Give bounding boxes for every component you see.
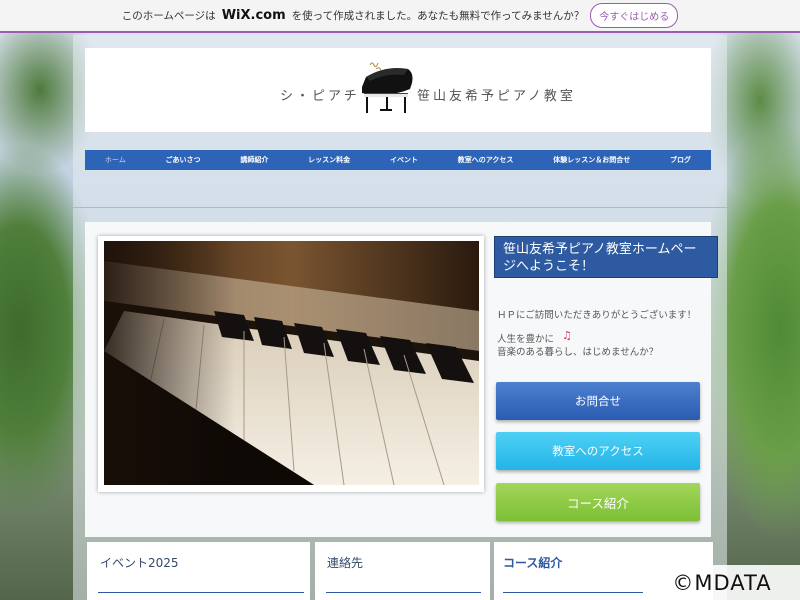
welcome-title: 笹山友希予ピアノ教室ホームページへようこそ！ [494,236,718,278]
nav-event[interactable]: イベント [390,155,418,165]
course-card-title: コース紹介 [503,556,563,570]
nav-home[interactable]: ホーム [105,155,126,165]
grand-piano-icon[interactable] [356,55,416,119]
piano-keys-photo [104,241,479,485]
copyright-watermark: ©MDATA [644,565,800,600]
tagline-line-1: 人生を豊かに [497,334,555,345]
wix-promo-banner: このホームページは WiX.com を使って作成されました。あなたも無料で作って… [0,0,800,33]
site-logo-right-text[interactable]: 笹山友希予ピアノ教室 [417,85,576,104]
wix-logo[interactable]: WiX.com [222,8,286,23]
nav-access[interactable]: 教室へのアクセス [458,155,514,165]
access-button[interactable]: 教室へのアクセス [496,432,700,470]
wix-banner-text-after: を使って作成されました。あなたも無料で作ってみませんか？ [291,10,585,22]
tagline-line-2: 音楽のある暮らし、はじめませんか？ [497,347,659,358]
event-card-title: イベント2025 [100,556,179,570]
music-note-icon: ♫ [562,329,572,342]
contact-button[interactable]: お問合せ [496,382,700,420]
header-divider [73,207,727,208]
course-intro-button[interactable]: コース紹介 [496,483,700,521]
course-card-underline [503,592,643,593]
nav-blog[interactable]: ブログ [670,155,691,165]
nav-greeting[interactable]: ごあいさつ [166,155,201,165]
event-card-underline [98,592,304,593]
wix-start-button[interactable]: 今すぐはじめる [590,3,679,28]
nav-lesson-fee[interactable]: レッスン料金 [308,155,350,165]
wix-banner-text-before: このホームページは [121,10,216,22]
nav-trial-contact[interactable]: 体験レッスン＆お問合せ [553,155,630,165]
contact-card-title: 連絡先 [327,556,364,570]
main-nav: ホーム ごあいさつ 講師紹介 レッスン料金 イベント 教室へのアクセス 体験レッ… [85,150,711,170]
nav-instructor[interactable]: 講師紹介 [240,155,268,165]
greeting-text: ＨＰにご訪問いただきありがとうございます！ [497,310,697,321]
contact-card-underline [326,592,481,593]
